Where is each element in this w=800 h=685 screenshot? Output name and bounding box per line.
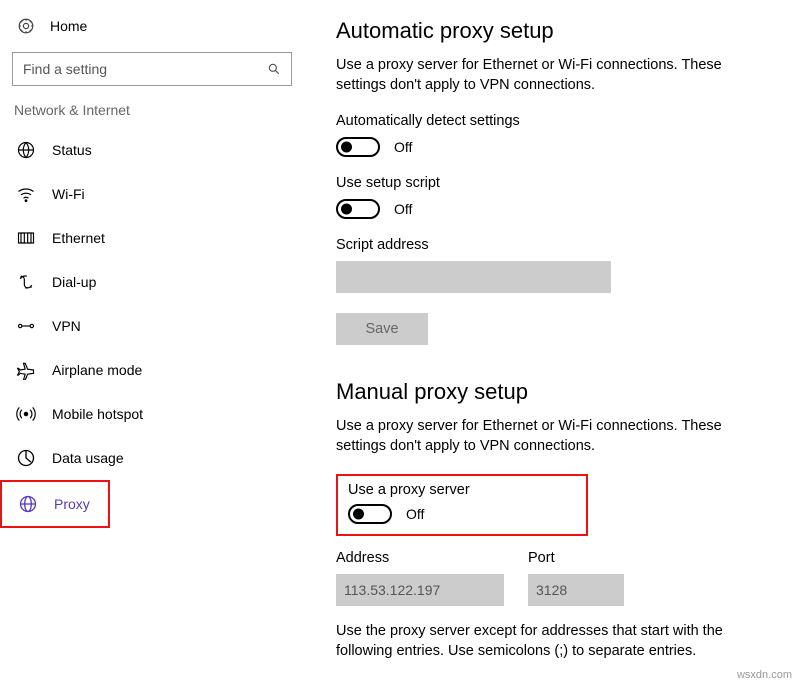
ethernet-icon	[16, 228, 36, 248]
vpn-icon	[16, 316, 36, 336]
globe-icon	[16, 140, 36, 160]
search-icon	[267, 62, 281, 76]
home-link[interactable]: Home	[0, 10, 300, 46]
save-button[interactable]: Save	[336, 313, 428, 345]
sidebar-item-proxy[interactable]: Proxy	[0, 480, 110, 528]
sidebar-item-label: VPN	[52, 318, 81, 334]
sidebar-item-label: Data usage	[52, 450, 124, 466]
home-label: Home	[50, 18, 87, 34]
sidebar: Home Find a setting Network & Internet S…	[0, 0, 300, 685]
sidebar-item-airplane[interactable]: Airplane mode	[0, 348, 300, 392]
sidebar-item-label: Proxy	[54, 496, 90, 512]
use-proxy-label: Use a proxy server	[348, 482, 576, 498]
auto-detect-label: Automatically detect settings	[336, 113, 772, 129]
script-addr-label: Script address	[336, 237, 772, 253]
script-toggle[interactable]	[336, 199, 380, 219]
sidebar-item-dialup[interactable]: Dial-up	[0, 260, 300, 304]
main-panel: Automatic proxy setup Use a proxy server…	[300, 0, 800, 685]
search-input[interactable]: Find a setting	[12, 52, 292, 86]
home-icon	[16, 16, 36, 36]
sidebar-item-hotspot[interactable]: Mobile hotspot	[0, 392, 300, 436]
sidebar-item-wifi[interactable]: Wi-Fi	[0, 172, 300, 216]
sidebar-item-datausage[interactable]: Data usage	[0, 436, 300, 480]
airplane-icon	[16, 360, 36, 380]
sidebar-item-status[interactable]: Status	[0, 128, 300, 172]
use-proxy-toggle[interactable]	[348, 504, 392, 524]
except-desc: Use the proxy server except for addresse…	[336, 622, 772, 661]
script-addr-input[interactable]	[336, 261, 611, 293]
search-placeholder: Find a setting	[23, 61, 107, 77]
datausage-icon	[16, 448, 36, 468]
auto-detect-toggle[interactable]	[336, 137, 380, 157]
hotspot-icon	[16, 404, 36, 424]
dialup-icon	[16, 272, 36, 292]
sidebar-item-vpn[interactable]: VPN	[0, 304, 300, 348]
watermark: wsxdn.com	[737, 669, 792, 681]
sidebar-item-label: Status	[52, 142, 92, 158]
auto-detect-state: Off	[394, 139, 412, 155]
sidebar-item-label: Ethernet	[52, 230, 105, 246]
sidebar-item-label: Mobile hotspot	[52, 406, 143, 422]
section-label: Network & Internet	[0, 102, 300, 128]
addr-label: Address	[336, 550, 504, 566]
auto-heading: Automatic proxy setup	[336, 18, 772, 44]
sidebar-item-label: Airplane mode	[52, 362, 142, 378]
manual-desc: Use a proxy server for Ethernet or Wi-Fi…	[336, 417, 772, 456]
port-input[interactable]	[528, 574, 624, 606]
sidebar-item-label: Dial-up	[52, 274, 96, 290]
proxy-icon	[18, 494, 38, 514]
use-proxy-state: Off	[406, 506, 424, 522]
addr-input[interactable]	[336, 574, 504, 606]
script-label: Use setup script	[336, 175, 772, 191]
wifi-icon	[16, 184, 36, 204]
port-label: Port	[528, 550, 624, 566]
manual-heading: Manual proxy setup	[336, 379, 772, 405]
auto-desc: Use a proxy server for Ethernet or Wi-Fi…	[336, 56, 772, 95]
sidebar-item-ethernet[interactable]: Ethernet	[0, 216, 300, 260]
sidebar-item-label: Wi-Fi	[52, 186, 85, 202]
highlight-box: Use a proxy server Off	[336, 474, 588, 536]
script-state: Off	[394, 201, 412, 217]
